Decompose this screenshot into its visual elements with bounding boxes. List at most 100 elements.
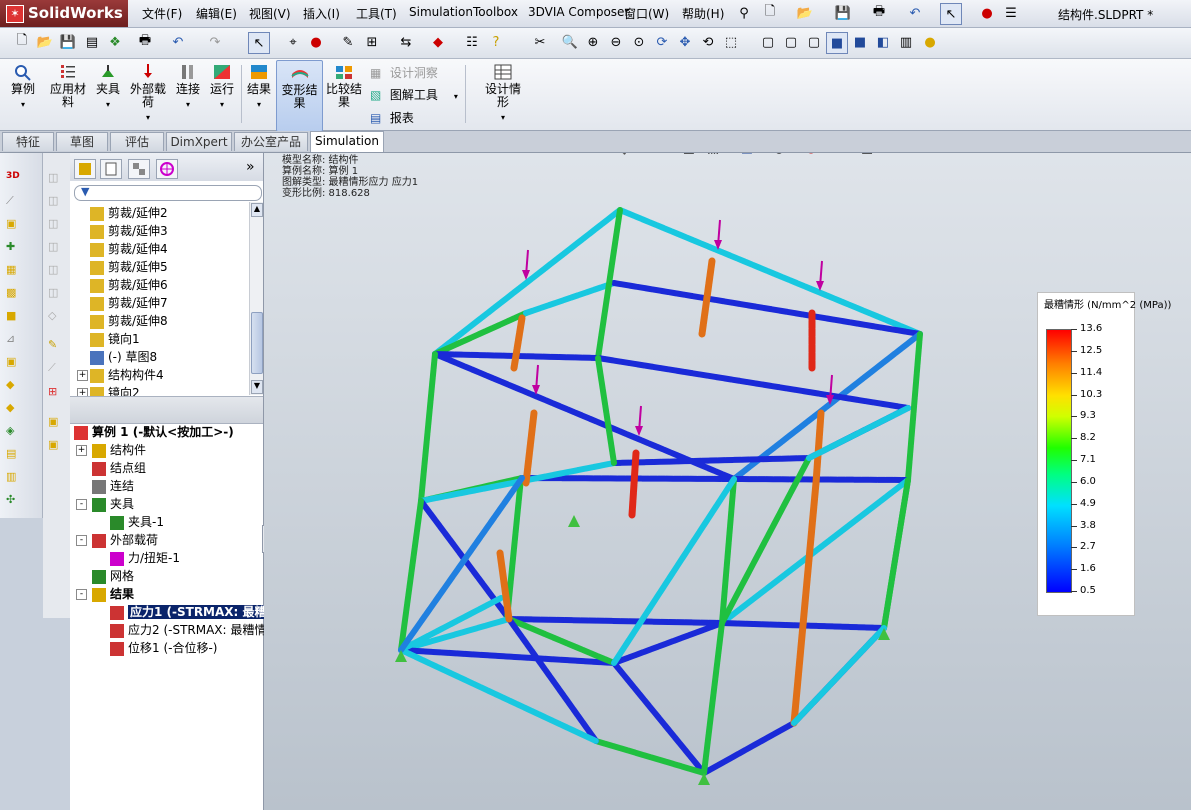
file-properties-icon[interactable]: ☷ [462,32,482,52]
expand-icon[interactable]: + [77,388,88,396]
compare-results-button[interactable]: 比较结果 [325,63,363,109]
list-results-icon[interactable]: ▥ [6,470,24,486]
save-icon[interactable]: 💾 [58,32,78,52]
loft-icon[interactable]: ◫ [48,240,66,256]
revolve-icon[interactable]: ◫ [48,194,66,210]
connections-button[interactable]: 连接 ▾ [173,63,203,111]
make-drawing-icon[interactable]: ▤ [82,32,102,52]
graphics-area[interactable]: 🔍 ⊕ ⤺ ◧ ⬚ ■ ◎ ● ✿ ▤ – 模型名称: 结构件 算例名称: 算例… [264,153,1191,810]
study-tree-item[interactable]: 网格 [92,567,134,585]
dimxpert-manager-tab-icon[interactable] [156,159,178,179]
move-component-icon[interactable]: ✂ [530,32,550,52]
feature-tree-item[interactable]: 剪裁/延伸7 [90,294,168,312]
study-tree-item[interactable]: 应力1 (-STRMAX: 最糟 [110,603,269,621]
study-tree-item[interactable]: 外部载荷 [92,531,158,549]
connector-icon[interactable]: ▣ [6,355,24,371]
feature-tree-item[interactable]: 剪裁/延伸8 [90,312,168,330]
probe-icon[interactable]: ◆ [6,378,24,394]
tab-evaluate[interactable]: 评估 [110,132,164,151]
deformed-result-button[interactable]: 变形结果 [276,60,323,132]
study-button[interactable]: 算例 ▾ [8,63,38,111]
results-button[interactable]: 结果 ▾ [245,63,273,111]
contact-tool-icon[interactable]: ■ [6,309,24,325]
feature-tree-item[interactable]: 剪裁/延伸5 [90,258,168,276]
tree-filter-input[interactable]: ▼ [74,185,262,201]
line-tool-icon[interactable]: ⟋ [48,361,66,377]
save-icon[interactable]: 💾 [833,3,853,23]
study-tree-item[interactable]: 力/扭矩-1 [110,549,180,567]
print-icon[interactable]: 🖶 [135,32,155,52]
shaded-icon[interactable]: ■ [850,32,870,52]
make-assembly-icon[interactable]: ❖ [105,32,125,52]
menu-file[interactable]: 文件(F) [142,5,182,22]
rotate-view-icon[interactable]: ⟳ [652,32,672,52]
zoom-to-area-icon[interactable]: ⊕ [583,32,603,52]
extrude-icon[interactable]: ◫ [48,171,66,187]
flip-icon[interactable]: ⇆ [396,32,416,52]
weldment-tool-icon[interactable]: ⊞ [48,385,66,401]
tab-office-products[interactable]: 办公室产品 [234,132,308,151]
menu-toolbox[interactable]: Toolbox [473,5,518,19]
tab-dimxpert[interactable]: DimXpert [166,132,232,151]
study-tree-item[interactable]: 夹具 [92,495,134,513]
sensor-icon[interactable]: ⊿ [6,332,24,348]
tab-simulation[interactable]: Simulation [310,131,384,152]
appearance-icon[interactable]: ▥ [896,32,916,52]
open-folder-icon[interactable]: 📂 [795,3,815,23]
tab-sketch[interactable]: 草图 [56,132,108,151]
pan-icon[interactable]: ✥ [675,32,695,52]
more-tools-icon[interactable]: ✣ [6,493,24,509]
section-view-icon[interactable]: ◧ [873,32,893,52]
study-root[interactable]: 算例 1 (-默认<按加工>-) [74,423,234,441]
feature-tree-item[interactable]: 镜向1 [90,330,140,348]
feature-tree-item[interactable]: 剪裁/延伸2 [90,204,168,222]
study-tree-item[interactable]: 夹具-1 [110,513,164,531]
structural-member-icon[interactable]: ▣ [48,415,66,431]
fixture-tool-icon[interactable]: ✚ [6,240,24,256]
realview-icon[interactable]: ● [920,32,940,52]
shell-icon[interactable]: ◇ [48,309,66,325]
roll-view-icon[interactable]: ⟲ [698,32,718,52]
study-tree-item[interactable]: 结点组 [92,459,146,477]
shaded-with-edges-icon[interactable]: ■ [826,32,848,54]
configuration-manager-tab-icon[interactable] [128,159,150,179]
chamfer-icon[interactable]: ◫ [48,286,66,302]
expand-icon[interactable]: + [76,445,87,456]
feature-tree-item[interactable]: 镜向2 [90,384,140,396]
3d-result-icon[interactable]: 3D [6,171,24,187]
fillet-icon[interactable]: ◫ [48,263,66,279]
iso-clip-icon[interactable]: ◈ [6,424,24,440]
scroll-thumb[interactable] [251,312,263,374]
plot-tools-button[interactable]: ▧ 图解工具 ▾ [370,86,458,103]
study-tree-item[interactable]: 结果 [92,585,134,603]
expand-icon[interactable]: + [77,370,88,381]
plot-tools-dropdown-icon[interactable]: ▾ [454,92,458,101]
rebuild-icon[interactable]: ● [306,32,326,52]
feature-tree-scrollbar[interactable]: ▲ ▼ [249,202,263,395]
collapse-icon[interactable]: - [76,499,87,510]
select-arrow-icon[interactable]: ↖ [940,3,962,25]
zoom-to-fit-icon[interactable]: 🔍 [560,32,580,52]
animate-icon[interactable]: ▤ [6,447,24,463]
design-insight-button[interactable]: ▦ 设计洞察 [370,64,438,81]
panel-splitter[interactable] [70,396,263,424]
new-icon[interactable]: 🗋 [12,32,32,52]
menu-insert[interactable]: 插入(I) [303,5,340,22]
study-tree-item[interactable]: 连结 [92,477,134,495]
options-list-icon[interactable]: ☰ [1001,3,1021,23]
section-clip-icon[interactable]: ◆ [6,401,24,417]
zoom-selection-icon[interactable]: ⊙ [629,32,649,52]
external-loads-button[interactable]: 外部载荷 ▾ [128,63,168,124]
zoom-in-out-icon[interactable]: ⊖ [606,32,626,52]
tab-features[interactable]: 特征 [2,132,54,151]
load-tool-icon[interactable]: ▦ [6,263,24,279]
sweep-icon[interactable]: ◫ [48,217,66,233]
sketch-icon[interactable]: ✎ [338,32,358,52]
study-tree-item[interactable]: 位移1 (-合位移-) [110,639,217,657]
select-icon[interactable]: ↖ [248,32,270,54]
open-icon[interactable]: 📂 [35,32,55,52]
property-manager-tab-icon[interactable] [100,159,122,179]
wireframe-icon[interactable]: ▢ [758,32,778,52]
feature-tree-item[interactable]: 结构构件4 [90,366,164,384]
select-filter-icon[interactable]: ⌖ [283,32,303,52]
